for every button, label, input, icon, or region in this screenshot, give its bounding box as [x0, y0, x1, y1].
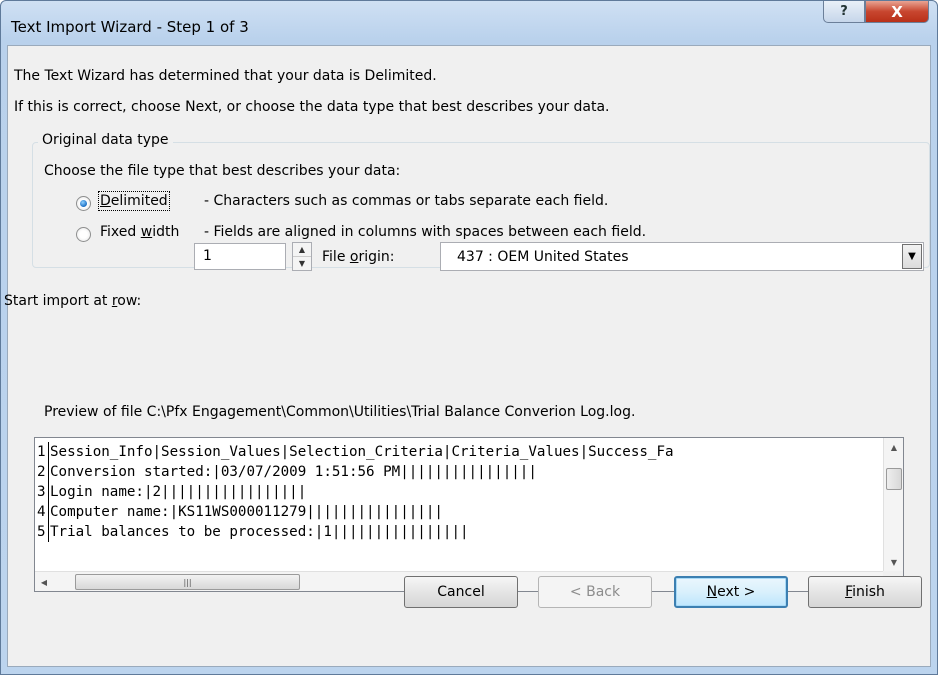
preview-row: 3 Login name:|2|||||||||||||||||	[37, 482, 881, 502]
back-button[interactable]: < Back	[538, 576, 652, 608]
start-row-input[interactable]: 1	[194, 243, 286, 270]
preview-row-text: Conversion started:|03/07/2009 1:51:56 P…	[50, 464, 537, 480]
chevron-down-icon[interactable]: ▼	[902, 244, 922, 269]
text-import-wizard-window: Text Import Wizard - Step 1 of 3 ? X The…	[0, 0, 938, 675]
window-title: Text Import Wizard - Step 1 of 3	[11, 18, 249, 36]
next-button-label: Next >	[706, 584, 756, 600]
vertical-scroll-thumb[interactable]	[886, 468, 902, 490]
original-data-type-legend: Original data type	[38, 132, 173, 148]
file-origin-select[interactable]: 437 : OEM United States ▼	[440, 242, 924, 271]
dialog-body: The Text Wizard has determined that your…	[4, 45, 931, 667]
intro-line-2: If this is correct, choose Next, or choo…	[14, 99, 610, 115]
preview-row: 5 Trial balances to be processed:|1||||||…	[37, 522, 881, 542]
preview-row-text: Session_Info|Session_Values|Selection_Cr…	[50, 444, 674, 460]
finish-button-label: Finish	[845, 584, 885, 600]
start-row-spinner[interactable]: ▲ ▼	[292, 242, 312, 271]
file-type-prompt: Choose the file type that best describes…	[44, 163, 401, 179]
file-preview: 1 Session_Info|Session_Values|Selection_C…	[34, 437, 904, 592]
file-origin-value: 437 : OEM United States	[457, 249, 629, 265]
preview-row: 2 Conversion started:|03/07/2009 1:51:56 …	[37, 462, 881, 482]
preview-row-number: 3	[37, 482, 49, 502]
help-button[interactable]: ?	[823, 1, 865, 23]
scroll-up-icon[interactable]: ▲	[884, 438, 904, 456]
intro-line-1: The Text Wizard has determined that your…	[14, 68, 437, 84]
preview-row-number: 2	[37, 462, 49, 482]
spin-down-icon[interactable]: ▼	[293, 257, 311, 271]
preview-row-text: Trial balances to be processed:|1|||||||…	[50, 524, 469, 540]
vertical-scrollbar[interactable]: ▲ ▼	[883, 438, 903, 571]
close-button[interactable]: X	[865, 1, 929, 23]
preview-lines: 1 Session_Info|Session_Values|Selection_C…	[37, 442, 881, 569]
spin-up-icon[interactable]: ▲	[293, 243, 311, 257]
delimited-description: - Characters such as commas or tabs sepa…	[204, 193, 609, 209]
preview-row-number: 4	[37, 502, 49, 522]
file-origin-label: File origin:	[322, 249, 395, 265]
start-row-label: Start import at row:	[4, 293, 142, 309]
fixed-width-label[interactable]: Fixed width	[100, 224, 179, 240]
preview-row-text: Computer name:|KS11WS000011279||||||||||…	[50, 504, 443, 520]
preview-row: 1 Session_Info|Session_Values|Selection_C…	[37, 442, 881, 462]
cancel-button[interactable]: Cancel	[404, 576, 518, 608]
preview-row-text: Login name:|2|||||||||||||||||	[50, 484, 307, 500]
finish-button[interactable]: Finish	[808, 576, 922, 608]
next-button[interactable]: Next >	[674, 576, 788, 608]
preview-row-number: 5	[37, 522, 49, 542]
fixed-width-radio[interactable]	[76, 227, 91, 242]
scroll-left-icon[interactable]: ◀	[35, 572, 53, 592]
title-bar: Text Import Wizard - Step 1 of 3 ? X	[1, 1, 937, 45]
preview-label: Preview of file C:\Pfx Engagement\Common…	[44, 404, 636, 420]
delimited-radio[interactable]	[76, 196, 91, 211]
delimited-label[interactable]: Delimited	[98, 191, 170, 211]
preview-row-number: 1	[37, 442, 49, 462]
fixed-width-description: - Fields are aligned in columns with spa…	[204, 224, 647, 240]
horizontal-scroll-thumb[interactable]: |||	[75, 574, 300, 590]
preview-row: 4 Computer name:|KS11WS000011279|||||||||…	[37, 502, 881, 522]
scroll-down-icon[interactable]: ▼	[884, 553, 904, 571]
